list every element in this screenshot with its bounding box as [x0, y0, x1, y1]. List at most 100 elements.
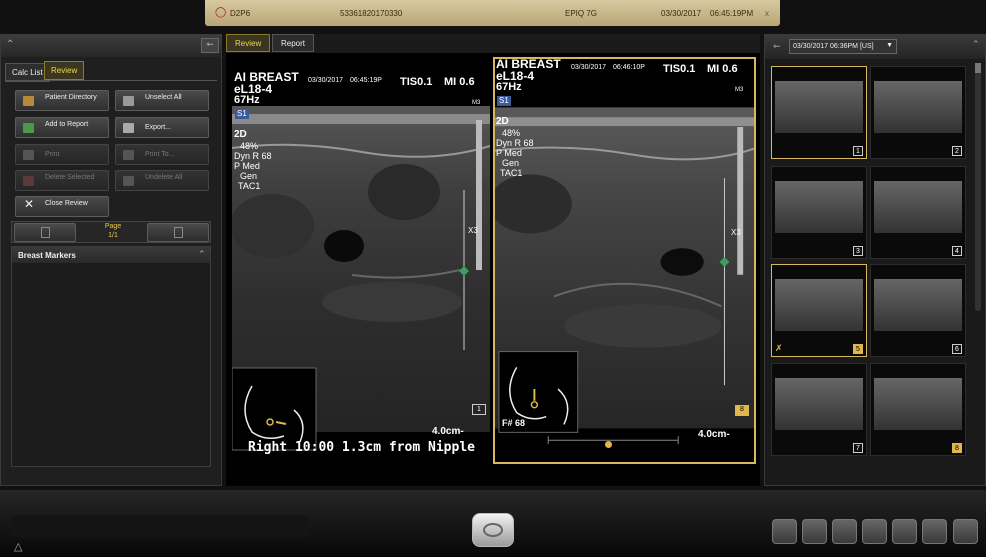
tac-label: TAC1	[238, 181, 261, 191]
folder-icon	[23, 96, 34, 106]
collapse-up-icon[interactable]: ⌃	[6, 39, 14, 50]
left-panel-header: ⌃ ⇽	[1, 35, 221, 57]
pin-icon[interactable]: ⇽	[773, 41, 781, 52]
thumbnail-5[interactable]: ✗ 5	[771, 264, 867, 357]
chevron-down-icon: ▼	[886, 42, 893, 49]
collapse-up-icon[interactable]: ⌃	[972, 39, 980, 50]
pages-icon	[123, 96, 134, 106]
exam-date: 03/30/2017	[661, 9, 702, 18]
frame-rate: 67Hz	[234, 94, 260, 106]
patient-status-icon: ◯	[215, 7, 227, 18]
thumbnail-panel: ⇽ 03/30/2017 06:36PM [US] ▼ ⌃ 1 2 3 4 ✗ 5…	[764, 34, 986, 486]
ultrasound-image-right[interactable]: AI BREAST 03/30/2017 06:46:10P TIS0.1 MI…	[493, 57, 756, 464]
page-prev-icon	[41, 227, 50, 238]
breast-markers-section: Breast Markers ⌃	[11, 246, 211, 467]
gain-value: 48%	[502, 128, 521, 138]
x3-marker: X3	[731, 228, 741, 237]
exam-select[interactable]: 03/30/2017 06:36PM [US] ▼	[789, 39, 897, 54]
frame-number: 1	[472, 404, 486, 415]
collapse-icon[interactable]: ⌃	[198, 249, 206, 260]
power-label: P Med	[234, 161, 260, 171]
image-date: 03/30/2017	[571, 64, 607, 71]
home-button[interactable]	[472, 513, 514, 547]
copy-icon[interactable]	[862, 519, 887, 544]
wrench-icon[interactable]	[802, 519, 827, 544]
frame-rate: 67Hz	[496, 81, 522, 93]
m3-label: M3	[472, 100, 481, 106]
image-time: 06:46:10P	[613, 64, 645, 71]
close-icon[interactable]: x	[765, 9, 769, 18]
status-field	[12, 515, 308, 537]
add-to-report-button[interactable]: Add to Report	[15, 117, 109, 138]
print-to-button[interactable]: Print To...	[115, 144, 209, 165]
thumbnail-image	[874, 378, 962, 430]
power-icon[interactable]	[953, 519, 978, 544]
close-review-button[interactable]: ✕ Close Review	[15, 196, 109, 217]
scroll-up[interactable]	[975, 63, 981, 73]
mi-value: MI 0.6	[707, 63, 738, 75]
thumbnail-image	[874, 81, 962, 133]
network-cloud-icon[interactable]	[772, 519, 797, 544]
x3-marker: X3	[468, 226, 478, 235]
printer-icon	[23, 150, 34, 160]
page-navigator: Page 1/1	[11, 221, 211, 243]
page-label: Page	[104, 223, 122, 230]
tab-review[interactable]: Review	[44, 61, 85, 80]
tac-label: TAC1	[500, 168, 523, 178]
dynamic-range: Dyn R 68	[496, 138, 534, 148]
disc-icon[interactable]	[832, 519, 857, 544]
print-button[interactable]: Print	[15, 144, 109, 165]
scrollbar[interactable]	[975, 63, 981, 311]
thumbnail-image	[874, 181, 962, 233]
unselect-all-button[interactable]: Unselect All	[115, 90, 209, 111]
annotation-caption: Right 10:00 1.3cm from Nipple	[248, 440, 475, 455]
exam-time: 06:45:19PM	[710, 9, 754, 18]
review-control-panel: ⌃ ⇽ Calc List Review Patient Directory U…	[0, 34, 222, 486]
depth-label: 4.0cm-	[432, 426, 464, 437]
ultrasound-scan	[495, 107, 754, 445]
pin-icon[interactable]: ⇽	[201, 38, 219, 53]
ultrasound-image-left[interactable]: AI BREAST 03/30/2017 06:45:19P TIS0.1 MI…	[232, 70, 490, 462]
home-icon	[483, 523, 503, 537]
mi-value: MI 0.6	[444, 76, 475, 88]
close-icon: ✕	[24, 197, 35, 211]
patient-id: D2P6	[230, 9, 251, 18]
accession-number: 53361820170330	[340, 9, 403, 18]
marker-icon: ✗	[775, 343, 783, 353]
delete-selected-button[interactable]: Delete Selected	[15, 170, 109, 191]
thumbnail-2[interactable]: 2	[870, 66, 966, 159]
image-date: 03/30/2017	[308, 77, 344, 84]
scanner-icon[interactable]: △	[14, 540, 22, 553]
export-button[interactable]: Export...	[115, 117, 209, 138]
patient-directory-button[interactable]: Patient Directory	[15, 90, 109, 111]
storage-icon[interactable]	[922, 519, 947, 544]
thumbnail-3[interactable]: 3	[771, 166, 867, 259]
tab-report[interactable]: Report	[272, 34, 315, 52]
thumbnail-image	[874, 279, 962, 331]
previous-page-button[interactable]	[14, 223, 76, 242]
frame-label: F# 68	[502, 418, 526, 428]
thumbnail-8[interactable]: 8	[870, 363, 966, 456]
thumbnail-6[interactable]: 6	[870, 264, 966, 357]
frame-number: 8	[735, 405, 749, 416]
mode-label: 2D	[496, 116, 509, 127]
page-value: 1/1	[108, 232, 118, 239]
tab-review[interactable]: Review	[226, 34, 271, 52]
next-page-button[interactable]	[147, 223, 209, 242]
thumbnail-7[interactable]: 7	[771, 363, 867, 456]
thumbnail-image	[775, 279, 863, 331]
patient-info-bar: ◯ D2P6 53361820170330 EPIQ 7G 03/30/2017…	[205, 0, 780, 26]
undelete-icon	[123, 176, 134, 186]
s1-label: S1	[235, 109, 249, 119]
printer-icon[interactable]	[892, 519, 917, 544]
printer-icon	[123, 150, 134, 160]
thumbnail-1[interactable]: 1	[771, 66, 867, 159]
delete-icon	[23, 176, 34, 186]
add-report-icon	[23, 123, 34, 133]
ultrasound-scan	[232, 106, 490, 451]
mode-label: 2D	[234, 129, 247, 140]
thumbnail-4[interactable]: 4	[870, 166, 966, 259]
m3-label: M3	[735, 87, 744, 93]
undelete-all-button[interactable]: Undelete All	[115, 170, 209, 191]
thumbnail-image	[775, 81, 863, 133]
